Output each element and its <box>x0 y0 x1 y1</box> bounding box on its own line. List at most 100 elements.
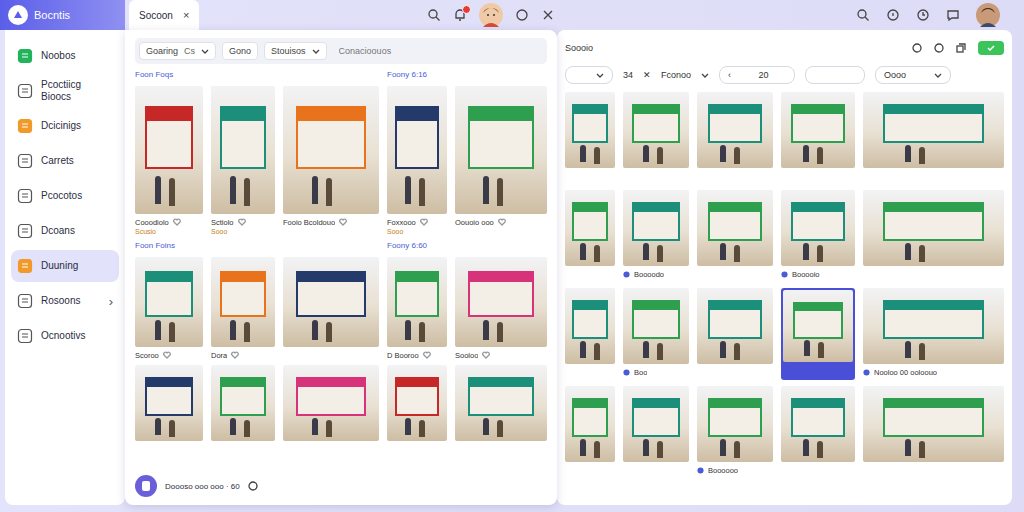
top-bar-right <box>557 0 1018 30</box>
gallery-tile[interactable] <box>781 288 855 380</box>
result-card[interactable]: CooodioloScusio <box>135 86 203 235</box>
blank-pill[interactable] <box>805 66 865 84</box>
chevron-down-icon[interactable] <box>701 71 709 79</box>
gallery-tile[interactable] <box>623 92 689 184</box>
caption-text: Booooio <box>792 270 820 279</box>
result-card[interactable] <box>387 365 447 441</box>
gallery-tile[interactable] <box>781 386 855 478</box>
confirm-button[interactable] <box>978 41 1004 55</box>
result-card[interactable]: Oouoio ooo <box>455 86 547 235</box>
caption-text: Nooloo 00 ooloouo <box>874 368 937 377</box>
result-card[interactable]: Fooio Bcoldouo <box>283 86 379 235</box>
gallery-tile[interactable] <box>697 288 773 380</box>
sidebar-item[interactable]: Duuning <box>11 250 119 282</box>
sort-dropdown[interactable]: Oooo <box>875 66 951 84</box>
search-icon[interactable] <box>856 8 870 22</box>
pager[interactable]: ‹20 <box>719 66 795 84</box>
result-card[interactable] <box>283 365 379 441</box>
heart-icon[interactable] <box>498 218 506 226</box>
help-icon[interactable] <box>886 8 900 22</box>
search-input[interactable] <box>333 42 543 60</box>
result-count: 34 <box>623 70 633 80</box>
sidebar-item[interactable]: Dcicinigs <box>11 110 119 142</box>
circle-icon[interactable] <box>912 43 922 53</box>
heart-icon[interactable] <box>482 351 490 359</box>
group-value: Cs <box>184 46 195 56</box>
pager-prev[interactable]: ‹ <box>728 70 731 80</box>
result-card[interactable]: Scoroo <box>135 257 203 361</box>
circle-icon[interactable] <box>934 43 944 53</box>
search-tab[interactable]: Socoon× <box>129 0 199 30</box>
sidebar-item[interactable]: Ocnootivs <box>11 320 119 352</box>
heart-icon[interactable] <box>231 351 239 359</box>
gallery-tile[interactable] <box>781 92 855 184</box>
filter-dropdown[interactable]: Stouisos <box>264 42 327 60</box>
view-dropdown[interactable] <box>565 66 613 84</box>
heart-icon[interactable] <box>420 218 428 226</box>
photo <box>387 257 447 347</box>
photo <box>783 290 853 362</box>
tools-icon[interactable] <box>541 8 555 22</box>
chevron-down-icon <box>596 71 604 79</box>
gallery-tile[interactable] <box>863 92 1004 184</box>
clock-icon[interactable] <box>916 8 930 22</box>
copy-icon[interactable] <box>956 43 966 53</box>
gallery-tile[interactable]: Boooooo <box>697 386 773 478</box>
notifications[interactable] <box>453 8 467 22</box>
photo <box>863 92 1004 168</box>
sidebar-item[interactable]: Carrets <box>11 145 119 177</box>
group-filter[interactable]: GoaringCs <box>139 42 216 60</box>
heart-icon[interactable] <box>163 351 171 359</box>
result-card[interactable] <box>135 365 203 441</box>
gallery-tile[interactable] <box>565 190 615 282</box>
sidebar-label: Pcocotos <box>41 190 113 202</box>
heart-icon[interactable] <box>423 351 431 359</box>
result-card[interactable] <box>283 257 379 361</box>
card-caption: Cooodiolo <box>135 214 203 228</box>
circle-icon[interactable] <box>248 481 258 491</box>
panel-footer: Doooso ooo ooo · 60 <box>135 475 547 497</box>
heart-icon[interactable] <box>339 218 347 226</box>
gallery-tile[interactable]: Nooloo 00 ooloouo <box>863 288 1004 380</box>
search-icon[interactable] <box>427 8 441 22</box>
sidebar-item[interactable]: Pcoctiicg Bioocs <box>11 75 119 107</box>
gallery-tile[interactable] <box>565 92 615 184</box>
gallery-tile[interactable] <box>565 288 615 380</box>
gallery-tile[interactable]: Boo <box>623 288 689 380</box>
result-card[interactable] <box>455 365 547 441</box>
result-card[interactable] <box>211 365 275 441</box>
sidebar-item[interactable]: Noobos <box>11 40 119 72</box>
result-card[interactable]: Dora <box>211 257 275 361</box>
gallery-tile[interactable]: Boooodo <box>623 190 689 282</box>
profile-avatar-icon[interactable] <box>976 3 1000 27</box>
sidebar-label: Dcicinigs <box>41 120 113 132</box>
sidebar-item[interactable]: Rosoons› <box>11 285 119 317</box>
gallery-tile[interactable] <box>623 386 689 478</box>
chat-icon[interactable] <box>946 8 960 22</box>
result-card[interactable]: SctioloSooo <box>211 86 275 235</box>
clear-button[interactable]: ✕ <box>643 70 651 80</box>
heart-icon[interactable] <box>238 218 246 226</box>
gallery-tile[interactable] <box>697 190 773 282</box>
sidebar-item[interactable]: Pcocotos <box>11 180 119 212</box>
user-avatar-icon[interactable] <box>135 475 157 497</box>
gallery-tile[interactable] <box>697 92 773 184</box>
gallery-tile[interactable] <box>863 386 1004 478</box>
avatar-icon[interactable] <box>479 3 503 27</box>
menu-icon <box>17 153 33 169</box>
help-icon[interactable] <box>515 8 529 22</box>
filter-chip[interactable]: Gono <box>222 42 258 60</box>
tab-close[interactable]: × <box>183 9 189 21</box>
sidebar-item[interactable]: Dcoans <box>11 215 119 247</box>
result-card[interactable]: FoxxoooSooo <box>387 86 447 235</box>
heart-icon[interactable] <box>173 218 181 226</box>
gallery-tile[interactable] <box>565 386 615 478</box>
sort-value: Oooo <box>884 70 906 80</box>
sidebar: BocntisNoobosPcoctiicg BioocsDcicinigsCa… <box>0 0 125 512</box>
result-card[interactable]: D Booroo <box>387 257 447 361</box>
gallery-tile[interactable] <box>863 190 1004 282</box>
photo <box>211 86 275 214</box>
result-card[interactable]: Sooloo <box>455 257 547 361</box>
dot-icon <box>623 271 630 278</box>
gallery-tile[interactable]: Booooio <box>781 190 855 282</box>
